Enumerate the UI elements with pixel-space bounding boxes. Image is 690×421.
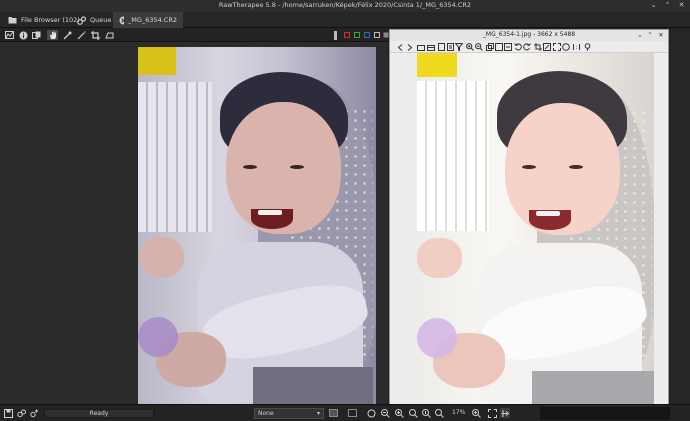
zoom-out-icon[interactable] — [380, 408, 390, 418]
viewer-title: _MG_6354-1.jpg - 3662 x 5488 — [482, 31, 576, 38]
zoom-in-icon[interactable] — [466, 43, 474, 51]
back-icon[interactable] — [396, 43, 404, 51]
minimize-button[interactable]: ⌄ — [649, 1, 658, 10]
histogram-icon[interactable] — [4, 30, 15, 40]
redo-icon[interactable] — [523, 43, 531, 51]
window-title: RawTherapee 5.8 - /home/sarruken/Képek/F… — [218, 1, 472, 9]
copy-icon[interactable] — [495, 43, 503, 51]
fit-icon[interactable] — [562, 43, 570, 51]
zoom-crop-icon[interactable] — [434, 408, 444, 418]
folder-icon — [8, 17, 17, 24]
zoom-in-icon[interactable] — [394, 408, 404, 418]
before-after-icon[interactable] — [31, 30, 42, 40]
tab-queue[interactable]: Queue — [71, 12, 117, 28]
viewer-maximize-button[interactable]: ⌃ — [646, 31, 654, 39]
status-bar: Ready None ▾ 17% — [0, 404, 690, 421]
color-picker-icon[interactable] — [62, 30, 73, 40]
chevron-down-icon: ▾ — [316, 410, 320, 417]
detail-window-icon[interactable] — [500, 408, 510, 418]
undo-icon[interactable] — [514, 43, 522, 51]
title-bar: RawTherapee 5.8 - /home/sarruken/Képek/F… — [0, 0, 690, 12]
progress-bar: Ready — [44, 409, 154, 418]
filter-icon[interactable] — [455, 43, 463, 51]
crop-icon[interactable] — [90, 30, 101, 40]
zoom-out-icon[interactable] — [475, 43, 483, 51]
document-icon[interactable] — [437, 43, 445, 51]
grid-icon[interactable] — [347, 408, 357, 418]
image-viewer-window[interactable]: _MG_6354-1.jpg - 3662 x 5488 ⌄ ⌃ ✕ — [389, 29, 669, 407]
send-to-editor-icon[interactable] — [29, 408, 39, 418]
zoom-in-icon[interactable] — [471, 408, 481, 418]
pin-icon[interactable] — [583, 43, 591, 51]
tab-queue-label: Queue — [90, 16, 112, 24]
status-text: Ready — [89, 410, 109, 417]
info-icon[interactable] — [18, 30, 29, 40]
fullscreen-icon[interactable] — [487, 408, 497, 418]
gears-icon — [77, 15, 86, 25]
hand-icon[interactable] — [47, 30, 58, 40]
perspective-icon[interactable] — [104, 30, 115, 40]
copy-icon[interactable] — [504, 43, 512, 51]
straighten-icon[interactable] — [76, 30, 87, 40]
zoom-100-icon[interactable] — [421, 408, 431, 418]
zoom-fit-icon[interactable] — [408, 408, 418, 418]
forward-icon[interactable] — [406, 43, 414, 51]
one-to-one-icon[interactable] — [572, 43, 580, 51]
viewer-minimize-button[interactable]: ⌄ — [636, 31, 644, 39]
color-profile-icon[interactable] — [366, 408, 376, 418]
tab-editor-label: _MG_6354.CR2 — [128, 16, 177, 24]
close-button[interactable]: ✕ — [677, 1, 686, 10]
save-icon[interactable] — [3, 408, 13, 418]
folder-open-icon[interactable] — [427, 43, 435, 51]
preview-area[interactable] — [0, 42, 388, 404]
folder-icon[interactable] — [417, 43, 425, 51]
navigator-strip[interactable] — [540, 407, 670, 420]
processed-photo[interactable] — [417, 53, 654, 407]
zoom-level: 17% — [452, 409, 466, 416]
viewer-close-button[interactable]: ✕ — [657, 31, 665, 39]
raw-photo-preview[interactable] — [138, 47, 376, 404]
crop-icon[interactable] — [534, 43, 542, 51]
document-icon[interactable] — [446, 43, 454, 51]
viewer-title-bar: _MG_6354-1.jpg - 3662 x 5488 ⌄ ⌃ ✕ — [390, 30, 668, 41]
queue-add-icon[interactable] — [16, 408, 26, 418]
resize-icon[interactable] — [543, 43, 551, 51]
histogram-icon[interactable] — [328, 408, 338, 418]
panel-toggle-icon[interactable] — [330, 30, 341, 40]
tab-editor[interactable]: _MG_6354.CR2 — [113, 12, 183, 28]
copy-icon[interactable] — [486, 43, 494, 51]
fullscreen-icon[interactable] — [553, 43, 561, 51]
viewer-toolbar — [390, 41, 668, 53]
right-panel-edge — [670, 29, 690, 404]
preview-mode-select[interactable]: None ▾ — [254, 408, 324, 419]
close-icon[interactable] — [119, 16, 125, 25]
preview-mode-value: None — [258, 410, 274, 417]
maximize-button[interactable]: ⌃ — [663, 1, 672, 10]
tab-bar: File Browser (102) Queue _MG_6354.CR2 — [0, 12, 690, 28]
